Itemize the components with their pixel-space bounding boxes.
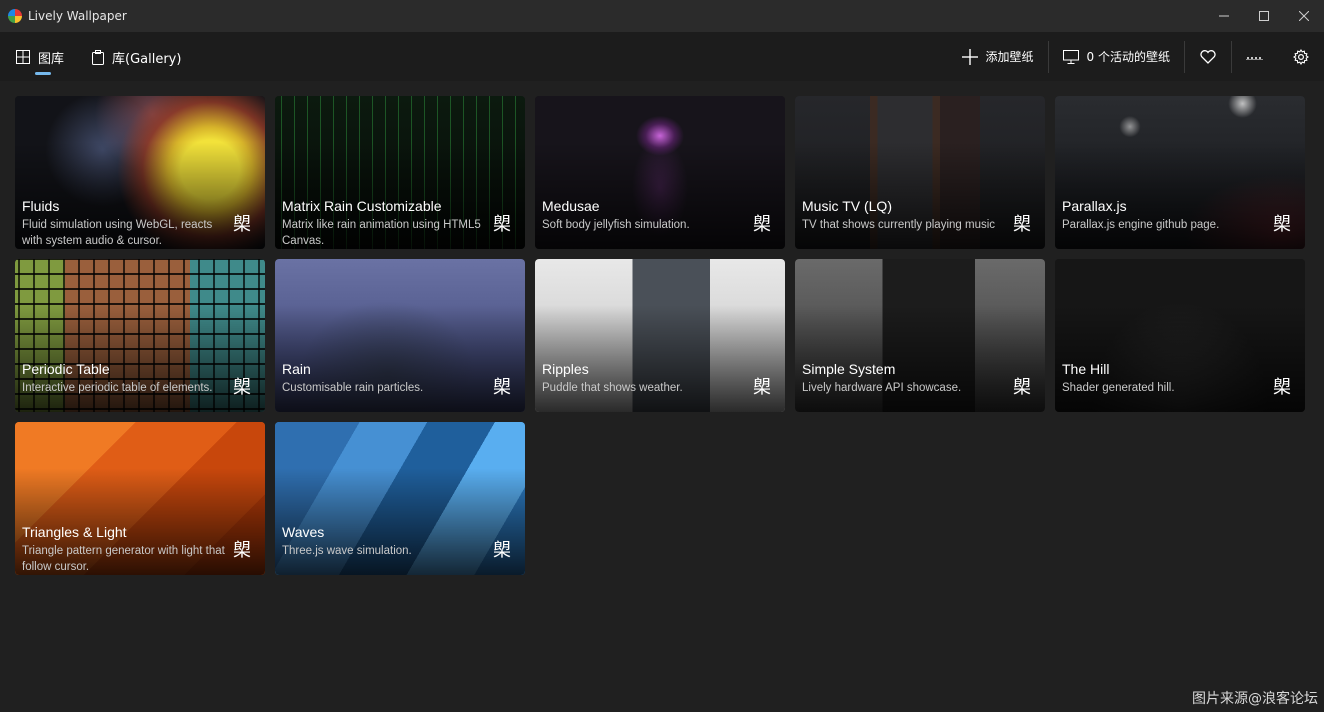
card-description: Matrix like rain animation using HTML5 C… [282, 219, 481, 247]
card-glyph[interactable]: 㮾 [233, 210, 251, 236]
active-wallpapers-button[interactable]: 0 个活动的壁纸 [1049, 41, 1184, 73]
tab-library[interactable]: 图库 [16, 44, 65, 75]
card-description: TV that shows currently playing music [802, 219, 996, 231]
active-wallpapers-label: 0 个活动的壁纸 [1086, 50, 1170, 64]
more-button[interactable] [1232, 41, 1278, 73]
wallpaper-card-rain[interactable]: Rain Customisable rain particles. 㮾 [275, 259, 525, 412]
card-description: Shader generated hill. [1062, 382, 1175, 394]
close-icon [1299, 11, 1309, 21]
card-title: Parallax.js [1062, 198, 1127, 214]
card-title: Simple System [802, 361, 896, 377]
card-glyph[interactable]: 㮾 [233, 373, 251, 399]
minimize-icon [1219, 15, 1229, 17]
app-logo-icon [8, 9, 22, 23]
card-glyph[interactable]: 㮾 [233, 536, 251, 562]
card-title: Music TV (LQ) [802, 198, 892, 214]
card-glyph[interactable]: 㮾 [753, 210, 771, 236]
window-controls [1204, 0, 1324, 32]
card-title: Waves [282, 524, 325, 540]
card-glyph[interactable]: 㮾 [753, 373, 771, 399]
nav-actions: 添加壁纸 0 个活动的壁纸 [948, 32, 1324, 81]
plus-icon [961, 48, 978, 65]
card-description: Triangle pattern generator with light th… [22, 545, 225, 573]
card-title: Ripples [542, 361, 589, 377]
card-glyph[interactable]: 㮾 [1273, 210, 1291, 236]
tab-gallery-label: 库(Gallery) [112, 51, 182, 67]
window-title: Lively Wallpaper [28, 9, 127, 23]
card-title: Medusae [542, 198, 600, 214]
card-description: Parallax.js engine github page. [1062, 219, 1220, 231]
wallpaper-card-fluids[interactable]: Fluids Fluid simulation using WebGL, rea… [15, 96, 265, 249]
tab-gallery[interactable]: 库(Gallery) [92, 44, 181, 70]
wallpaper-card-medusae[interactable]: Medusae Soft body jellyfish simulation. … [535, 96, 785, 249]
grid-icon [16, 50, 30, 64]
card-description: Soft body jellyfish simulation. [542, 219, 690, 231]
add-wallpaper-label: 添加壁纸 [985, 50, 1034, 64]
card-description: Three.js wave simulation. [282, 545, 412, 557]
card-title: Rain [282, 361, 311, 377]
maximize-icon [1259, 11, 1269, 21]
card-glyph[interactable]: 㮾 [1013, 210, 1031, 236]
wallpaper-card-the-hill[interactable]: The Hill Shader generated hill. 㮾 [1055, 259, 1305, 412]
wallpaper-card-matrix-rain[interactable]: Matrix Rain Customizable Matrix like rai… [275, 96, 525, 249]
card-description: Customisable rain particles. [282, 382, 424, 394]
monitor-icon [1062, 49, 1079, 64]
card-description: Lively hardware API showcase. [802, 382, 962, 394]
card-title: The Hill [1062, 361, 1110, 377]
wallpaper-card-waves[interactable]: Waves Three.js wave simulation. 㮾 [275, 422, 525, 575]
heart-icon [1200, 49, 1216, 64]
wallpaper-card-music-tv[interactable]: Music TV (LQ) TV that shows currently pl… [795, 96, 1045, 249]
watermark-text: 图片来源@浪客论坛 [1192, 691, 1318, 707]
clipboard-icon [92, 49, 104, 65]
card-description: Puddle that shows weather. [542, 382, 683, 394]
minimize-button[interactable] [1204, 0, 1244, 32]
wallpaper-card-ripples[interactable]: Ripples Puddle that shows weather. 㮾 [535, 259, 785, 412]
card-title: Matrix Rain Customizable [282, 198, 442, 214]
settings-button[interactable] [1278, 41, 1324, 73]
card-glyph[interactable]: 㮾 [493, 210, 511, 236]
card-glyph[interactable]: 㮾 [493, 373, 511, 399]
gear-icon [1293, 48, 1309, 65]
add-wallpaper-button[interactable]: 添加壁纸 [948, 41, 1048, 73]
favorite-button[interactable] [1185, 41, 1231, 73]
card-title: Periodic Table [22, 361, 110, 377]
wallpaper-card-periodic-table[interactable]: Periodic Table Interactive periodic tabl… [15, 259, 265, 412]
title-bar: Lively Wallpaper [0, 0, 1324, 32]
card-glyph[interactable]: 㮾 [493, 536, 511, 562]
card-title: Fluids [22, 198, 60, 214]
card-glyph[interactable]: 㮾 [1273, 373, 1291, 399]
card-description: Interactive periodic table of elements. [22, 382, 213, 394]
maximize-button[interactable] [1244, 0, 1284, 32]
wallpaper-grid: Fluids Fluid simulation using WebGL, rea… [15, 96, 1307, 575]
tab-library-label: 图库 [38, 51, 65, 67]
wallpaper-card-triangles-light[interactable]: Triangles & Light Triangle pattern gener… [15, 422, 265, 575]
card-glyph[interactable]: 㮾 [1013, 373, 1031, 399]
card-description: Fluid simulation using WebGL, reacts wit… [22, 219, 213, 247]
card-title: Triangles & Light [22, 524, 127, 540]
more-icon [1246, 54, 1264, 60]
close-button[interactable] [1284, 0, 1324, 32]
wallpaper-card-parallax[interactable]: Parallax.js Parallax.js engine github pa… [1055, 96, 1305, 249]
wallpaper-card-simple-system[interactable]: Simple System Lively hardware API showca… [795, 259, 1045, 412]
